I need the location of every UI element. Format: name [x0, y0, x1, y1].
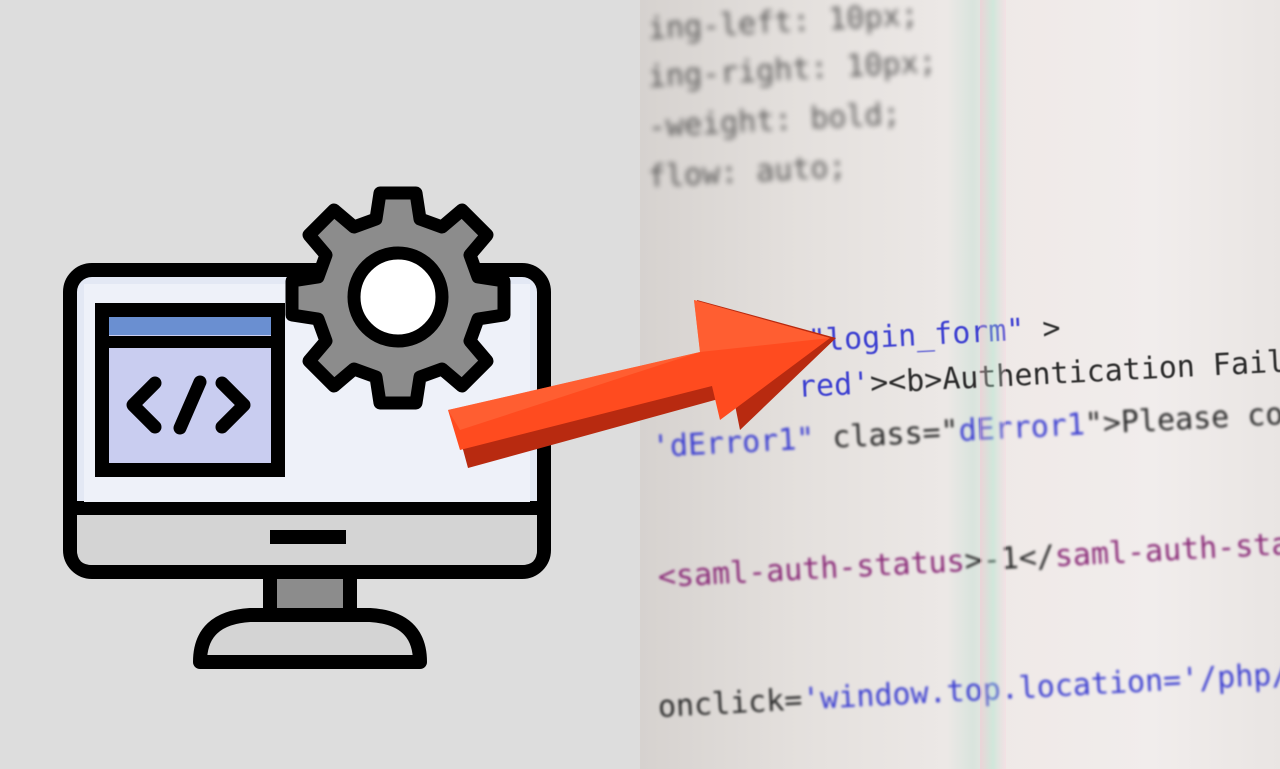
- gear-icon: [285, 186, 511, 410]
- code-line: "login_form" >: [807, 310, 1062, 359]
- code-line: 'dError1" class="dError1">Please contact…: [651, 392, 1280, 465]
- code-line: flow: auto;: [647, 149, 848, 195]
- code-line: ing-left: 10px;: [647, 0, 920, 47]
- code-line: ing-right: 10px;: [647, 44, 938, 95]
- composite-image: ing-left: 10px; ing-right: 10px; -weight…: [0, 0, 1280, 769]
- code-line: <saml-auth-status>-1</saml-auth-status>: [657, 524, 1280, 595]
- code-photo-panel: ing-left: 10px; ing-right: 10px; -weight…: [640, 0, 1280, 769]
- illustration-panel: [0, 0, 640, 769]
- code-line: -weight: bold;: [647, 96, 902, 145]
- code-line: onclick='window.top.location='/php/login…: [657, 650, 1280, 725]
- monitor-icon: [63, 186, 551, 669]
